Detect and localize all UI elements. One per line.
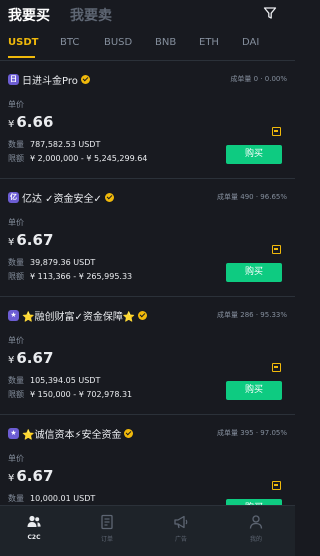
limit-label: 限额 <box>8 272 24 281</box>
quantity-value: 39,879.36 USDT <box>30 258 96 267</box>
quantity-label: 数量 <box>8 140 24 149</box>
megaphone-icon <box>174 515 188 529</box>
quantity-label: 数量 <box>8 376 24 385</box>
currency-symbol: ¥ <box>8 237 15 248</box>
users-icon <box>27 515 41 527</box>
coin-tab-eth[interactable]: ETH <box>199 37 219 48</box>
nav-label: 我的 <box>249 536 262 543</box>
quantity-label: 数量 <box>8 258 24 267</box>
nav-label: C2C <box>27 534 41 541</box>
limit-row: 限额 ¥ 150,000 - ¥ 702,978.31 <box>8 389 132 400</box>
unit-price-label: 单价 <box>8 100 24 109</box>
avatar: ★ <box>8 309 19 321</box>
buy-button[interactable]: 购买 <box>226 381 282 400</box>
price: ¥6.67 <box>8 349 53 367</box>
avatar: 日 <box>8 73 19 85</box>
coin-tab-dai[interactable]: DAI <box>242 37 259 48</box>
verified-icon <box>104 192 114 202</box>
payment-method-icon <box>272 363 281 372</box>
nav-orders[interactable]: 订单 <box>87 514 127 550</box>
price-value: 6.67 <box>16 231 54 249</box>
coin-tab-usdt[interactable]: USDT <box>8 37 38 48</box>
order-stats: 成单量 0 · 0.00% <box>230 75 287 83</box>
merchant[interactable]: 日 日进斗金Pro <box>8 71 90 87</box>
limit-value: ¥ 2,000,000 - ¥ 5,245,299.64 <box>30 154 148 163</box>
filter-icon[interactable] <box>263 6 277 20</box>
price-value: 6.66 <box>16 113 54 131</box>
limit-value: ¥ 113,366 - ¥ 265,995.33 <box>30 272 133 281</box>
price: ¥6.66 <box>8 113 53 131</box>
nav-profile[interactable]: 我的 <box>236 514 276 550</box>
limit-value: ¥ 150,000 - ¥ 702,978.31 <box>30 390 133 399</box>
nav-ads[interactable]: 广告 <box>161 514 201 550</box>
payment-method-icon <box>272 127 281 136</box>
ad-card: 日 日进斗金Pro 成单量 0 · 0.00% 单价 ¥6.66 数量 787,5… <box>0 61 295 179</box>
limit-row: 限额 ¥ 2,000,000 - ¥ 5,245,299.64 <box>8 153 147 164</box>
merchant-name: ⭐融创财富✓资金保障⭐ <box>22 311 136 323</box>
merchant[interactable]: ★ ⭐诚信资本⚡安全资金 <box>8 425 134 441</box>
orders-icon <box>101 514 113 530</box>
price: ¥6.67 <box>8 231 53 249</box>
order-stats: 成单量 286 · 95.33% <box>217 311 287 319</box>
verified-icon <box>80 74 90 84</box>
unit-price-label: 单价 <box>8 218 24 227</box>
ad-list[interactable]: 日 日进斗金Pro 成单量 0 · 0.00% 单价 ¥6.66 数量 787,5… <box>0 61 295 505</box>
currency-symbol: ¥ <box>8 119 15 130</box>
coin-tab-btc[interactable]: BTC <box>60 37 79 48</box>
verified-icon <box>124 428 134 438</box>
currency-symbol: ¥ <box>8 473 15 484</box>
merchant[interactable]: ★ ⭐融创财富✓资金保障⭐ <box>8 307 148 323</box>
ad-card: ★ ⭐诚信资本⚡安全资金 成单量 395 · 97.05% 单价 ¥6.67 数… <box>0 415 295 505</box>
ad-card: ★ ⭐融创财富✓资金保障⭐ 成单量 286 · 95.33% 单价 ¥6.67 … <box>0 297 295 415</box>
limit-label: 限额 <box>8 154 24 163</box>
coin-tabs: USDT BTC BUSD BNB ETH DAI <box>0 30 295 60</box>
limit-row: 限额 ¥ 113,366 - ¥ 265,995.33 <box>8 271 132 282</box>
header: 我要买 我要卖 <box>0 0 295 28</box>
coin-tab-bnb[interactable]: BNB <box>155 37 176 48</box>
payment-method-icon <box>272 481 281 490</box>
price-value: 6.67 <box>16 467 54 485</box>
buy-button[interactable]: 购买 <box>226 145 282 164</box>
nav-label: 订单 <box>100 536 113 543</box>
payment-method-icon <box>272 245 281 254</box>
merchant[interactable]: 亿 亿达 ✓资金安全✓ <box>8 189 114 205</box>
order-stats: 成单量 395 · 97.05% <box>217 429 287 437</box>
quantity-row: 数量 105,394.05 USDT <box>8 375 100 386</box>
quantity-value: 105,394.05 USDT <box>30 376 101 385</box>
buy-button[interactable]: 购买 <box>226 263 282 282</box>
quantity-row: 数量 39,879.36 USDT <box>8 257 95 268</box>
quantity-row: 数量 787,582.53 USDT <box>8 139 100 150</box>
order-stats: 成单量 490 · 96.65% <box>217 193 287 201</box>
merchant-name: 日进斗金Pro <box>22 75 78 87</box>
ad-card: 亿 亿达 ✓资金安全✓ 成单量 490 · 96.65% 单价 ¥6.67 数量… <box>0 179 295 297</box>
bottom-nav: C2C 订单 广告 我的 <box>0 505 295 556</box>
avatar: 亿 <box>8 191 19 203</box>
quantity-value: 10,000.01 USDT <box>30 494 96 503</box>
verified-icon <box>138 310 148 320</box>
coin-tab-busd[interactable]: BUSD <box>104 37 132 48</box>
quantity-row: 数量 10,000.01 USDT <box>8 493 95 504</box>
unit-price-label: 单价 <box>8 336 24 345</box>
avatar: ★ <box>8 427 19 439</box>
quantity-label: 数量 <box>8 494 24 503</box>
merchant-name: ⭐诚信资本⚡安全资金 <box>22 429 122 441</box>
unit-price-label: 单价 <box>8 454 24 463</box>
quantity-value: 787,582.53 USDT <box>30 140 101 149</box>
active-tab-indicator <box>8 56 35 58</box>
merchant-name: 亿达 ✓资金安全✓ <box>22 193 102 205</box>
currency-symbol: ¥ <box>8 355 15 366</box>
price-value: 6.67 <box>16 349 54 367</box>
tab-buy[interactable]: 我要买 <box>8 5 50 25</box>
price: ¥6.67 <box>8 467 53 485</box>
nav-label: 广告 <box>174 536 187 543</box>
limit-label: 限额 <box>8 390 24 399</box>
nav-c2c[interactable]: C2C <box>14 514 54 550</box>
user-icon <box>249 515 263 529</box>
tab-sell[interactable]: 我要卖 <box>70 5 112 25</box>
